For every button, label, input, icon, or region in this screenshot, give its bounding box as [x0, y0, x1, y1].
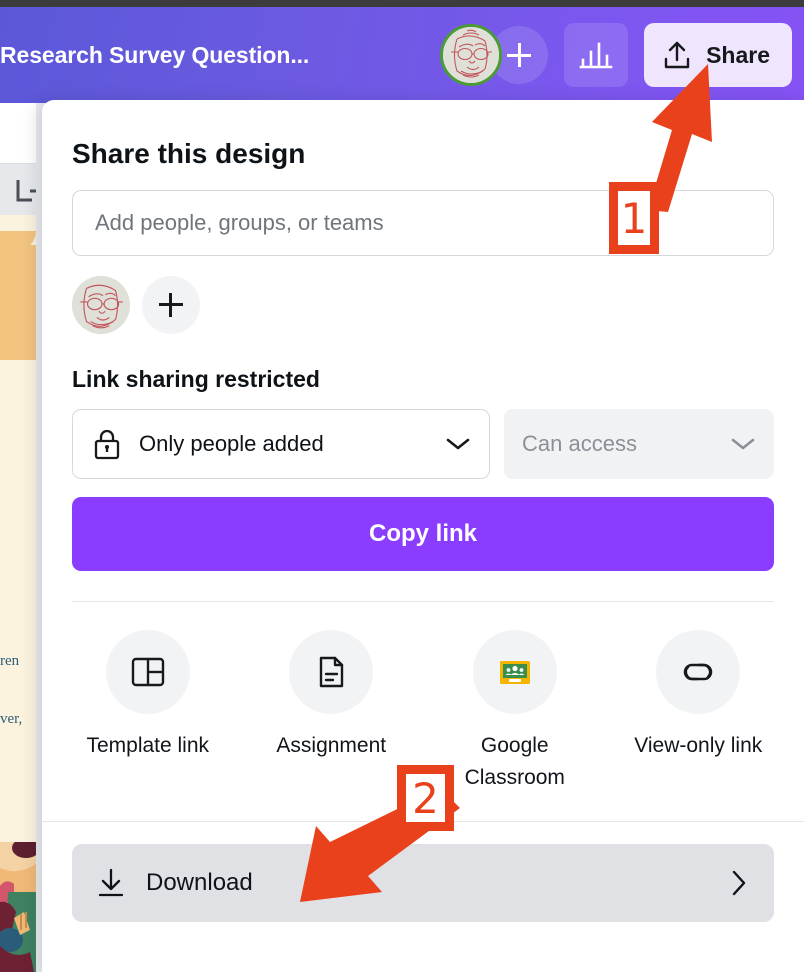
google-classroom-icon — [499, 661, 530, 684]
quick-action-assignment[interactable]: Assignment — [240, 630, 424, 793]
download-icon — [98, 868, 124, 897]
dialog-title: Share this design — [72, 138, 306, 169]
share-button-label: Share — [706, 41, 770, 68]
share-button[interactable]: Share — [644, 23, 792, 87]
quick-action-label: Template link — [86, 734, 210, 757]
plus-icon — [159, 293, 183, 317]
member-chip-row — [72, 276, 774, 334]
quick-action-icon-wrap — [289, 630, 374, 714]
canvas-text-fragment-2: ver, — [0, 711, 23, 727]
chevron-down-icon — [731, 438, 755, 450]
avatar[interactable] — [440, 24, 503, 86]
template-layout-icon — [131, 657, 164, 687]
upload-icon — [664, 41, 690, 69]
annotation-step-2: 2 — [397, 765, 454, 831]
quick-action-icon-wrap — [472, 630, 557, 714]
canvas-illustration — [0, 842, 36, 972]
collaborators-group — [440, 24, 549, 86]
avatar-sketch-icon — [443, 27, 500, 83]
insights-button[interactable] — [564, 23, 629, 87]
quick-action-template-link[interactable]: Template link — [56, 630, 240, 793]
quick-action-label: Google Classroom — [464, 734, 565, 789]
access-select[interactable]: Can access — [504, 409, 774, 479]
permission-row: Only people added Can access — [72, 409, 774, 479]
annotation-step-1: 1 — [609, 182, 659, 254]
share-dialog: Share this design Add people, groups, or… — [42, 100, 804, 972]
quick-action-icon-wrap — [656, 630, 741, 714]
document-title[interactable]: Research Survey Question... — [0, 42, 309, 69]
canvas-text-fragment-1: ren — [0, 653, 20, 669]
quick-action-view-only-link[interactable]: View-only link — [607, 630, 791, 793]
permission-select[interactable]: Only people added — [72, 409, 490, 479]
quick-action-icon-wrap — [105, 630, 190, 714]
copy-link-button[interactable]: Copy link — [72, 497, 774, 571]
permission-select-value: Only people added — [139, 431, 324, 456]
app-top-bar: Research Survey Question... Share — [0, 7, 804, 103]
member-avatar-sketch-icon — [72, 276, 130, 334]
top-bar-actions: Share — [440, 7, 792, 103]
download-row[interactable]: Download — [72, 844, 774, 922]
access-select-value: Can access — [522, 431, 637, 456]
people-input-placeholder: Add people, groups, or teams — [95, 210, 384, 235]
link-chain-icon — [684, 663, 713, 681]
quick-action-label: View-only link — [634, 734, 763, 757]
bar-chart-icon — [579, 42, 613, 69]
canvas-shape-band — [0, 245, 36, 360]
app-root: ren ver, Research Survey Question... Sha… — [0, 0, 804, 972]
add-member-button[interactable] — [142, 276, 200, 334]
document-icon — [320, 656, 344, 688]
chevron-down-icon — [446, 438, 470, 450]
member-avatar[interactable] — [72, 276, 130, 334]
plus-icon — [507, 43, 532, 67]
people-input[interactable]: Add people, groups, or teams — [72, 190, 774, 256]
download-label: Download — [146, 869, 253, 896]
copy-link-label: Copy link — [368, 520, 477, 547]
chevron-right-icon — [732, 870, 746, 896]
os-top-strip — [0, 0, 804, 7]
lock-icon — [94, 429, 120, 460]
quick-action-label: Assignment — [276, 734, 387, 757]
link-sharing-heading: Link sharing restricted — [72, 366, 320, 392]
